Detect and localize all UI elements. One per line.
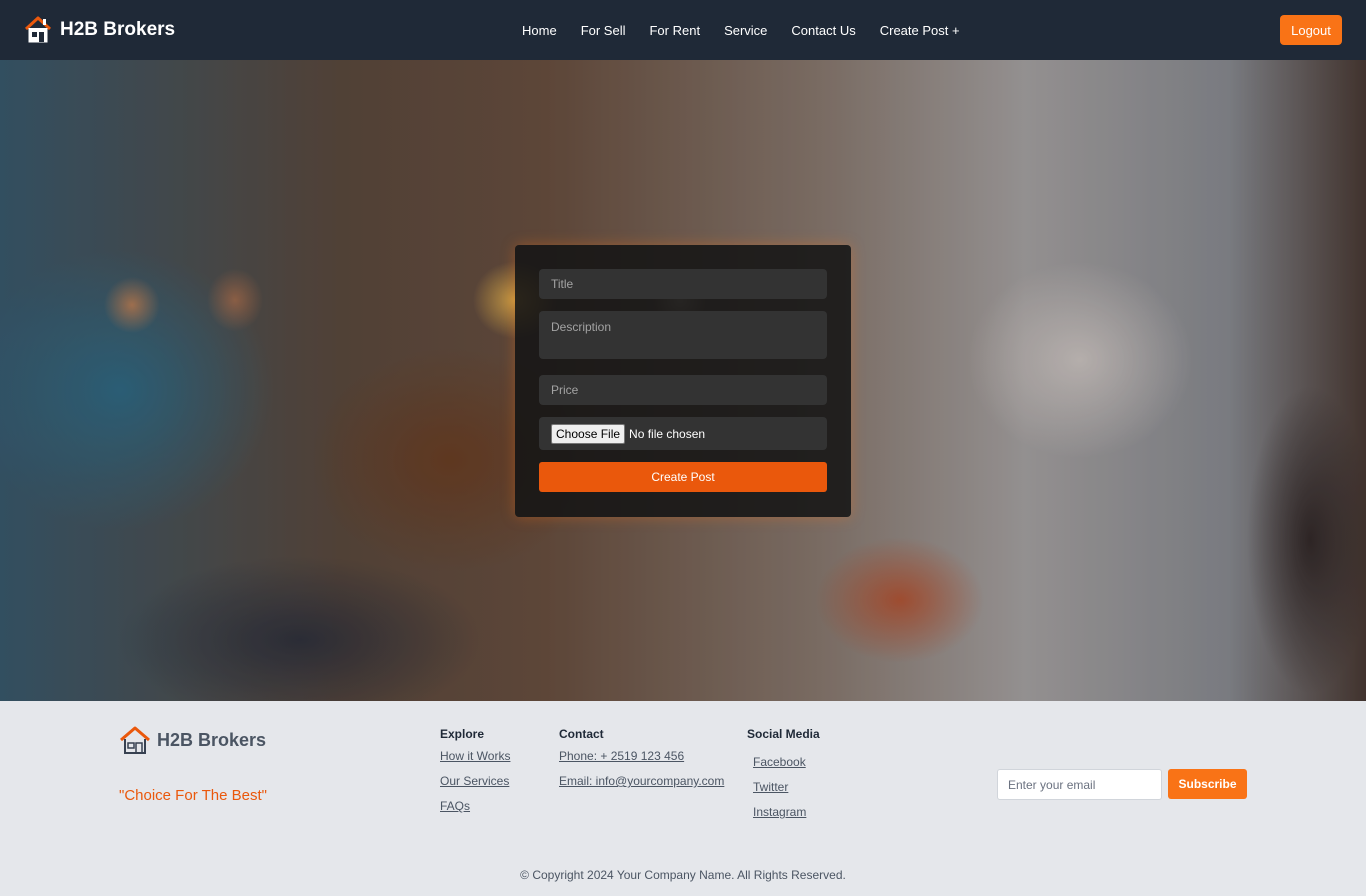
description-input[interactable] bbox=[539, 311, 827, 359]
create-post-button[interactable]: Create Post bbox=[539, 462, 827, 492]
footer: H2B Brokers "Choice For The Best" Explor… bbox=[0, 701, 1366, 896]
price-input[interactable] bbox=[539, 375, 827, 405]
nav-home[interactable]: Home bbox=[522, 23, 557, 38]
file-picker: Choose File No file chosen bbox=[539, 417, 827, 450]
tagline: "Choice For The Best" bbox=[119, 787, 267, 804]
copyright-text: © Copyright 2024 Your Company Name. All … bbox=[520, 868, 846, 882]
brand-link[interactable]: H2B Brokers bbox=[24, 14, 175, 46]
main-nav: Home For Sell For Rent Service Contact U… bbox=[522, 0, 960, 60]
brand-name: H2B Brokers bbox=[60, 19, 176, 40]
title-input[interactable] bbox=[539, 269, 827, 299]
nav-for-rent[interactable]: For Rent bbox=[649, 23, 700, 38]
footer-brand: H2B Brokers bbox=[119, 725, 266, 755]
explore-heading: Explore bbox=[440, 727, 485, 741]
choose-file-button[interactable]: Choose File bbox=[551, 423, 626, 444]
nav-create-post[interactable]: Create Post + bbox=[880, 23, 960, 38]
link-how-it-works[interactable]: How it Works bbox=[440, 749, 510, 763]
footer-explore: Explore How it Works Our Services FAQs bbox=[440, 727, 510, 824]
house-icon bbox=[24, 16, 52, 43]
footer-brand-name: H2B Brokers bbox=[157, 729, 267, 750]
link-faqs[interactable]: FAQs bbox=[440, 799, 510, 813]
contact-heading: Contact bbox=[559, 727, 604, 741]
link-email[interactable]: Email: info@yourcompany.com bbox=[559, 774, 724, 788]
house-icon bbox=[120, 726, 150, 754]
link-our-services[interactable]: Our Services bbox=[440, 774, 510, 788]
footer-social: Social Media Facebook Twitter Instagram bbox=[747, 727, 820, 830]
newsletter-email-input[interactable] bbox=[997, 769, 1162, 800]
logout-button[interactable]: Logout bbox=[1280, 15, 1342, 45]
nav-contact-us[interactable]: Contact Us bbox=[791, 23, 855, 38]
link-instagram[interactable]: Instagram bbox=[753, 805, 820, 819]
link-twitter[interactable]: Twitter bbox=[753, 780, 820, 794]
subscribe-button[interactable]: Subscribe bbox=[1168, 769, 1247, 799]
social-heading: Social Media bbox=[747, 727, 820, 741]
file-status: No file chosen bbox=[629, 426, 706, 441]
footer-contact: Contact Phone: + 2519 123 456 Email: inf… bbox=[559, 727, 724, 799]
nav-service[interactable]: Service bbox=[724, 23, 767, 38]
top-navbar: H2B Brokers Home For Sell For Rent Servi… bbox=[0, 0, 1366, 60]
link-phone[interactable]: Phone: + 2519 123 456 bbox=[559, 749, 724, 763]
nav-for-sell[interactable]: For Sell bbox=[581, 23, 626, 38]
link-facebook[interactable]: Facebook bbox=[753, 755, 820, 769]
create-post-form: Choose File No file chosen Create Post bbox=[515, 245, 851, 517]
